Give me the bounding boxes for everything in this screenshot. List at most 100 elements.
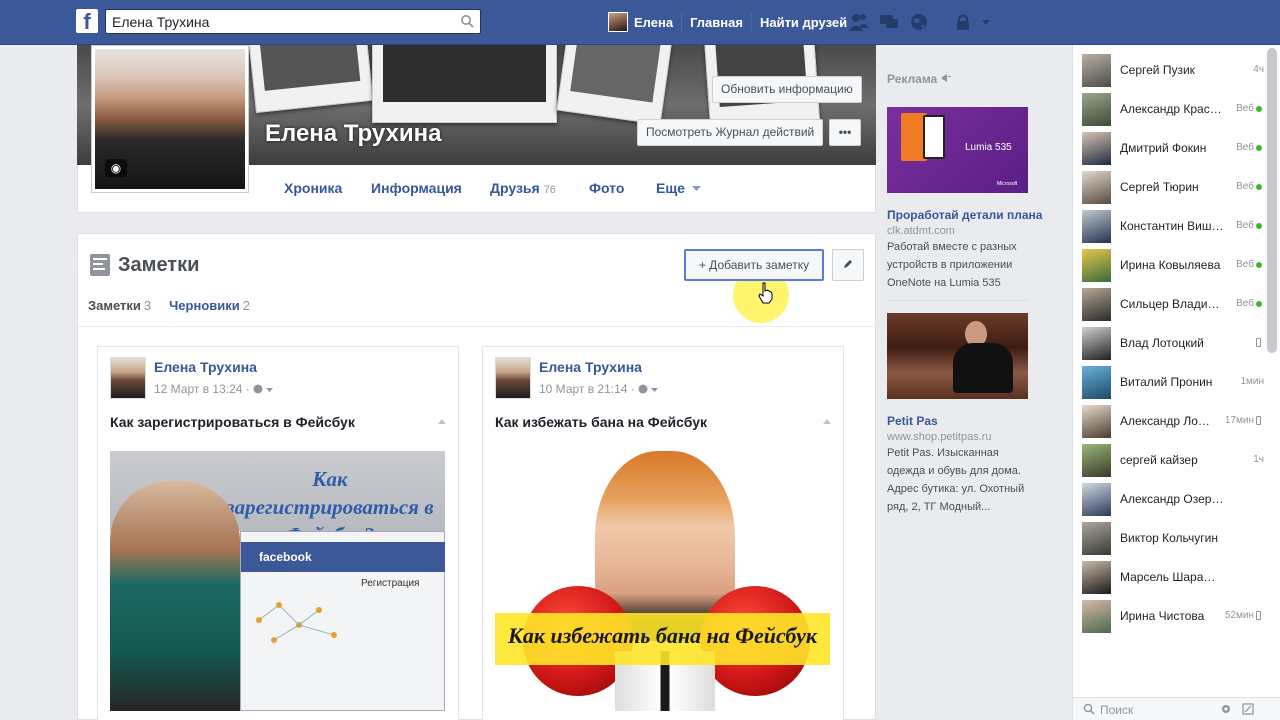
friend-status: 52мин [1224,610,1254,621]
search-icon[interactable] [460,14,474,28]
add-note-button[interactable]: + Добавить заметку [684,249,824,281]
friend-name: Виктор Кольчугин [1120,531,1218,545]
chat-friend[interactable]: Ирина Ковыляева Веб [1082,248,1272,282]
update-info-button[interactable]: Обновить информацию [712,76,862,103]
note-card[interactable]: Елена Трухина 12 Март в 13:24 · Как заре… [97,346,459,720]
ad-image-lumia[interactable]: Lumia 535 Microsoft [887,107,1028,193]
avatar [1082,365,1111,399]
find-friends-link[interactable]: Найти друзей [760,15,847,30]
friend-name: сергей кайзер [1120,453,1198,467]
ad-image-petitpas[interactable] [887,313,1028,399]
chat-friend[interactable]: Виктор Кольчугин [1082,521,1272,555]
privacy-shortcuts-icon[interactable] [952,12,974,32]
ad-headline[interactable]: Petit Pas [887,414,938,428]
note-card[interactable]: Елена Трухина 10 Март в 21:14 · Как избе… [482,346,844,720]
friend-name: Сергей Пузик [1120,63,1195,77]
chat-friend[interactable]: Виталий Пронин 1мин [1082,365,1272,399]
cover-polaroid [248,45,374,113]
hand-cursor-icon [758,282,773,304]
chat-friend[interactable]: Константин Вишн… Веб [1082,209,1272,243]
friend-status: 4ч [1253,64,1264,75]
chevron-down-icon[interactable] [266,388,274,393]
notes-icon [90,254,110,276]
chat-search[interactable]: Поиск [1073,697,1280,720]
notes-header: Заметки [90,250,199,280]
notes-title: Заметки [118,253,200,276]
author-avatar[interactable] [110,357,146,399]
chat-friend[interactable]: Влад Лотоцкий [1082,326,1272,360]
subtab-notes[interactable]: Заметки 3 [88,298,151,313]
ad-url[interactable]: clk.atdmt.com [887,225,955,237]
chat-friend[interactable]: Александр Озеров [1082,482,1272,516]
note-author[interactable]: Елена Трухина [539,359,642,375]
gear-icon[interactable] [1220,703,1232,715]
expand-icon[interactable] [1242,703,1254,715]
privacy-globe-icon[interactable] [253,384,263,394]
chat-friend[interactable]: Сергей Пузик 4ч [1082,53,1272,87]
tab-about[interactable]: Информация [371,180,462,196]
search-box[interactable] [105,9,481,34]
chat-friend[interactable]: Ирина Чистова 52мин [1082,599,1272,633]
top-nav: Елена Главная Найти друзей [608,0,847,44]
camera-icon[interactable]: ◉ [105,159,127,177]
tab-more[interactable]: Еще [656,180,701,196]
chevron-down-icon [691,186,701,192]
facebook-logo-icon[interactable]: f [76,9,98,33]
profile-name[interactable]: Елена Трухина [265,120,441,148]
ad-url[interactable]: www.shop.petitpas.ru [887,431,992,443]
more-options-button[interactable]: ••• [829,119,861,146]
friend-requests-icon[interactable] [848,12,870,32]
note-title[interactable]: Как зарегистрироваться в Фейсбук [110,414,355,430]
scrollbar[interactable] [1267,48,1277,353]
note-title[interactable]: Как избежать бана на Фейсбук [495,414,707,430]
online-indicator-icon [1256,106,1262,112]
ads-column: Реклама Lumia 535 Microsoft Проработай д… [887,45,1042,720]
ad-body[interactable]: Petit Pas. Изысканная одежда и обувь для… [887,444,1032,516]
profile-picture[interactable]: ◉ [91,45,249,193]
home-link[interactable]: Главная [690,15,743,30]
chat-friend[interactable]: Сильцер Владимир Веб [1082,287,1272,321]
collapse-caret-icon[interactable] [438,419,446,424]
friend-name: Сильцер Владимир [1120,297,1224,311]
chat-friend[interactable]: Сергей Тюрин Веб [1082,170,1272,204]
chevron-down-icon[interactable] [651,388,659,393]
settings-dropdown-icon[interactable] [980,12,992,32]
tab-photos[interactable]: Фото [589,180,624,196]
chat-friend[interactable]: Марсель Шарафиев [1082,560,1272,594]
chat-friend[interactable]: Дмитрий Фокин Веб [1082,131,1272,165]
author-avatar[interactable] [495,357,531,399]
tab-friends[interactable]: Друзья 76 [490,180,556,196]
chat-friend[interactable]: Александр Красу… Веб [1082,92,1272,126]
megaphone-icon [941,74,951,82]
chat-friend[interactable]: сергей кайзер 1ч [1082,443,1272,477]
online-indicator-icon [1256,184,1262,190]
user-avatar[interactable] [608,12,628,32]
ad-model-body [953,343,1013,393]
chat-friend[interactable]: Александр Ло… 17мин [1082,404,1272,438]
search-input[interactable] [106,10,446,33]
ad-body[interactable]: Работай вместе с разных устройств в прил… [887,238,1032,292]
tab-timeline[interactable]: Хроника [284,180,342,196]
notifications-globe-icon[interactable] [908,12,930,32]
nav-separator [681,13,683,31]
messages-icon[interactable] [878,12,900,32]
friend-status: Веб [1236,181,1254,192]
notes-section: Заметки + Добавить заметку Заметки 3 Черн… [77,233,876,720]
ad-headline[interactable]: Проработай детали плана [887,208,1042,222]
note-author[interactable]: Елена Трухина [154,359,257,375]
privacy-globe-icon[interactable] [638,384,648,394]
note-date[interactable]: 12 Март в 13:24 [154,382,242,396]
avatar [1082,92,1111,126]
note-image[interactable]: Как зарегистрироваться в Фейсбук? facebo… [110,451,445,711]
profile-link[interactable]: Елена [634,15,673,30]
note-image[interactable]: Как избежать бана на Фейсбук [495,451,830,711]
collapse-caret-icon[interactable] [823,419,831,424]
friend-name: Сергей Тюрин [1120,180,1199,194]
note-date[interactable]: 10 Март в 21:14 [539,382,627,396]
subtab-drafts[interactable]: Черновики 2 [169,298,250,313]
edit-button[interactable] [832,249,864,281]
friend-status: 1ч [1253,454,1264,465]
ad-image-brand: Microsoft [997,181,1018,187]
avatar [1082,443,1111,477]
activity-log-button[interactable]: Посмотреть Журнал действий [637,119,824,146]
